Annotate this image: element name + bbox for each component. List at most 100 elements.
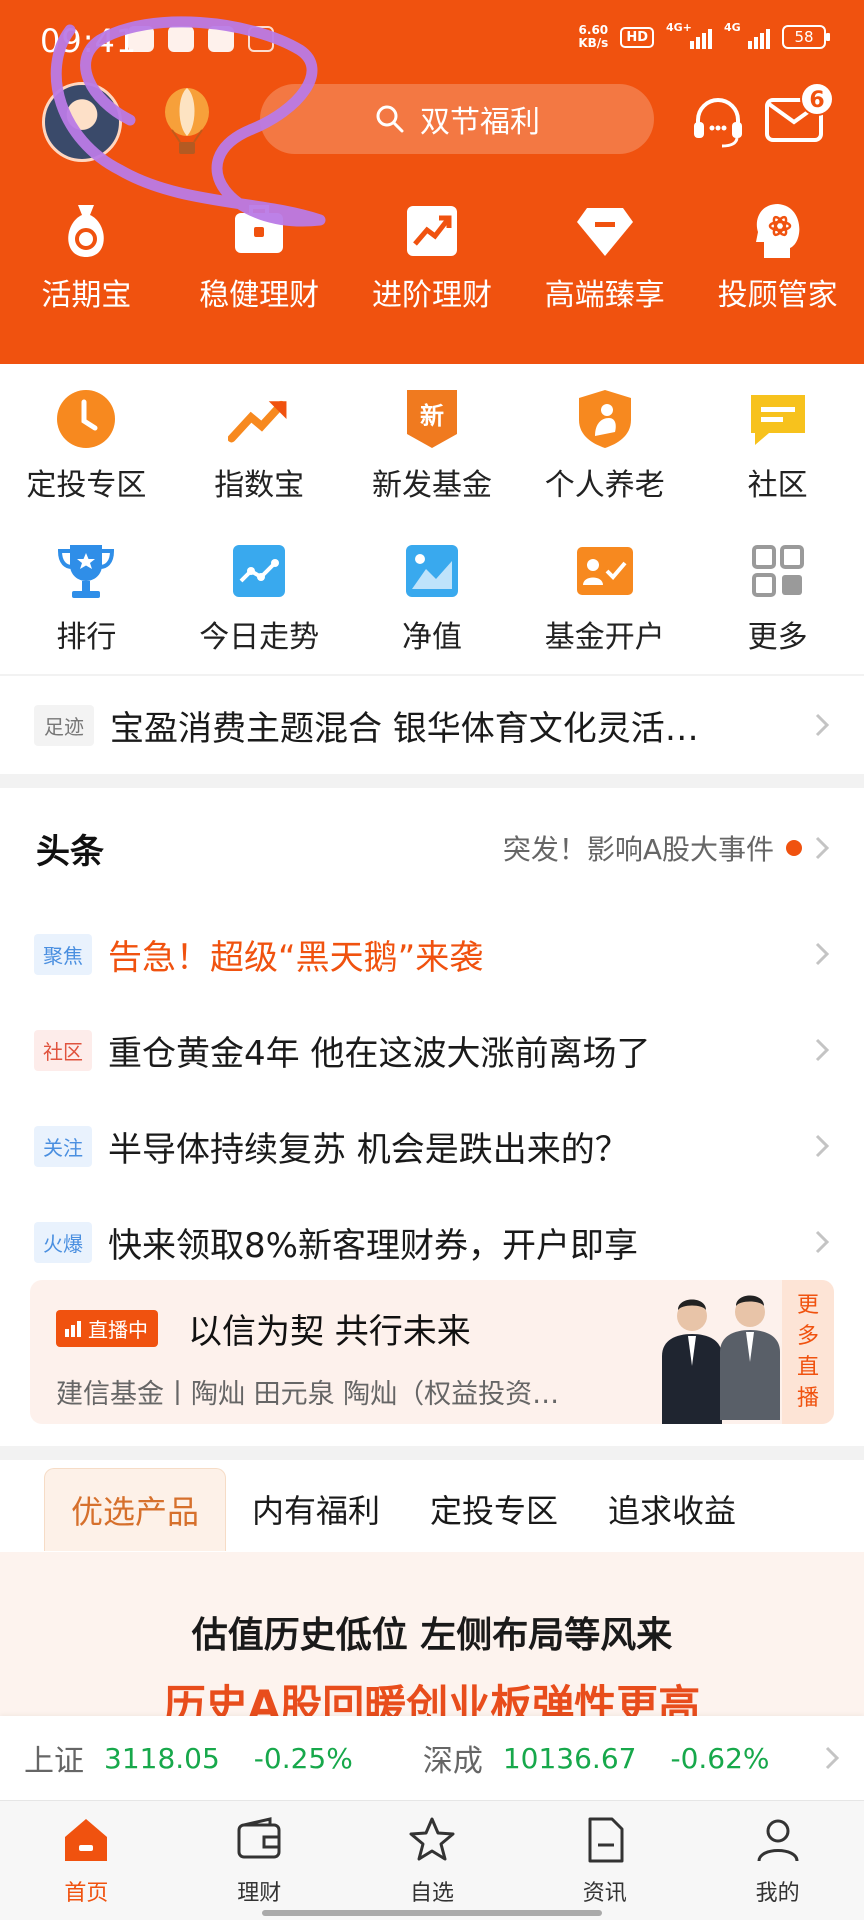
menu-item-community[interactable]: 社区 (691, 388, 864, 540)
user-icon (757, 1819, 799, 1862)
status-time: 09:41 (40, 22, 138, 60)
header-tab-1[interactable]: 活期宝 (0, 200, 173, 314)
news-text: 快来领取8%新客理财券，开户即享 (108, 1225, 638, 1266)
footprint-text: 宝盈消费主题混合 银华体育文化灵活… (110, 708, 699, 749)
tab-returns[interactable]: 追求收益 (608, 1486, 736, 1532)
game-notification-icon (248, 26, 274, 52)
search-icon (376, 105, 404, 133)
menu-item-dingtou[interactable]: 定投专区 (0, 388, 173, 540)
chevron-right-icon (815, 713, 830, 737)
app-notification-icon (208, 26, 234, 52)
live-stream-card[interactable]: 直播中 以信为契 共行未来 建信基金丨陶灿 田元泉 陶灿（权益投资… 更 多 直… (30, 1280, 834, 1424)
tab-featured[interactable]: 优选产品 (44, 1467, 227, 1551)
header: 09:41 6.60 KB/s HD 4G+ 4G 58 双节福利 6 活期宝 … (0, 0, 864, 364)
signal-icon-sim1: 4G+ (666, 21, 712, 49)
promo-banner[interactable]: 估值历史低位 左侧布局等风来 历史A股回暖创业板弹性更高 (0, 1552, 864, 1730)
index-change: -0.62% (670, 1741, 770, 1775)
qq-notification-icon (128, 26, 154, 52)
home-indicator[interactable] (262, 1910, 602, 1916)
headlines-header[interactable]: 头条 突发！影响A股大事件 (0, 790, 864, 906)
index-name: 上证 (24, 1744, 84, 1779)
nav-profile[interactable]: 我的 (691, 1801, 864, 1920)
chevron-right-icon (815, 1134, 830, 1158)
star-icon (409, 1817, 455, 1861)
header-tab-5[interactable]: 投顾管家 (691, 200, 864, 314)
market-ticker[interactable]: 上证 3118.05 -0.25% 深成 10136.67 -0.62% (0, 1716, 864, 1800)
chart-icon (233, 545, 286, 597)
menu-item-index[interactable]: 指数宝 (173, 388, 346, 540)
advisor-icon (755, 204, 799, 258)
customer-service-icon[interactable] (690, 92, 746, 148)
trend-icon (406, 206, 457, 256)
news-tag: 火爆 (34, 1221, 92, 1263)
nav-finance[interactable]: 理财 (173, 1801, 346, 1920)
news-item[interactable]: 火爆 快来领取8%新客理财券，开户即享 (0, 1194, 864, 1290)
account-card-icon (576, 547, 633, 595)
index-name: 深成 (422, 1744, 483, 1779)
new-badge-icon: 新 (406, 390, 457, 448)
clock-icon (57, 390, 116, 448)
chevron-right-icon (825, 1746, 840, 1770)
news-tag: 聚焦 (34, 933, 92, 975)
presenters-image (662, 1295, 780, 1424)
rising-arrow-icon (228, 400, 287, 443)
diamond-icon (576, 208, 633, 256)
section-divider (0, 1446, 864, 1460)
wallet-icon (237, 1817, 281, 1859)
news-tag: 关注 (34, 1125, 92, 1167)
tab-benefits[interactable]: 内有福利 (252, 1486, 380, 1532)
live-subtitle: 建信基金丨陶灿 田元泉 陶灿（权益投资… (56, 1379, 560, 1410)
menu-item-nav[interactable]: 净值 (346, 540, 519, 692)
header-tab-2[interactable]: 稳健理财 (173, 200, 346, 314)
live-bars-icon (65, 1320, 81, 1337)
document-icon (588, 1817, 624, 1863)
news-item[interactable]: 社区 重仓黄金4年 他在这波大涨前离场了 (0, 1002, 864, 1098)
more-live-button[interactable]: 更 多 直 播 (782, 1280, 834, 1424)
menu-item-more[interactable]: 更多 (691, 540, 864, 692)
headlines-alert: 突发！影响A股大事件 (502, 833, 774, 866)
headlines-title: 头条 (36, 831, 104, 872)
alert-dot (786, 840, 802, 856)
quick-menu-grid: 定投专区 指数宝 新 新发基金 个人养老 社区 排行 今日走势 净值 基金开户 … (0, 388, 864, 692)
index-value: 10136.67 (502, 1741, 637, 1775)
news-tag: 社区 (34, 1029, 92, 1071)
signal-icon-sim2: 4G (724, 21, 770, 49)
header-tab-3[interactable]: 进阶理财 (346, 200, 519, 314)
news-item[interactable]: 聚焦 告急！超级“黑天鹅”来袭 (0, 906, 864, 1002)
trophy-icon (58, 545, 115, 598)
header-tab-4[interactable]: 高端臻享 (518, 200, 691, 314)
headlines-section: 头条 突发！影响A股大事件 聚焦 告急！超级“黑天鹅”来袭 社区 重仓黄金4年 … (0, 790, 864, 1290)
home-icon (65, 1819, 108, 1861)
avatar[interactable] (42, 82, 122, 162)
index-value: 3118.05 (104, 1741, 220, 1775)
money-bag-icon (68, 205, 105, 257)
footprint-row[interactable]: 足迹 宝盈消费主题混合 银华体育文化灵活… (0, 676, 864, 774)
menu-item-new-fund[interactable]: 新 新发基金 (346, 388, 519, 540)
news-text: 半导体持续复苏 机会是跌出来的？ (108, 1129, 629, 1170)
menu-item-ranking[interactable]: 排行 (0, 540, 173, 692)
chevron-right-icon (815, 942, 830, 966)
nav-home[interactable]: 首页 (0, 1801, 173, 1920)
menu-item-open-account[interactable]: 基金开户 (518, 540, 691, 692)
tab-dingtou[interactable]: 定投专区 (430, 1486, 558, 1532)
search-placeholder: 双节福利 (420, 105, 540, 140)
nav-watchlist[interactable]: 自选 (346, 1801, 519, 1920)
news-item[interactable]: 关注 半导体持续复苏 机会是跌出来的？ (0, 1098, 864, 1194)
product-tabs: 优选产品 内有福利 定投专区 追求收益 (0, 1466, 864, 1552)
chat-icon (750, 395, 805, 445)
news-text: 告急！超级“黑天鹅”来袭 (108, 937, 484, 978)
news-text: 重仓黄金4年 他在这波大涨前离场了 (108, 1033, 651, 1074)
picture-chart-icon (405, 545, 458, 597)
menu-item-pension[interactable]: 个人养老 (518, 388, 691, 540)
grid-more-icon (751, 545, 804, 597)
index-change: -0.25% (253, 1741, 353, 1775)
live-badge: 直播中 (56, 1310, 158, 1347)
hot-air-balloon-icon[interactable] (160, 86, 214, 156)
search-bar[interactable]: 双节福利 (260, 84, 654, 154)
menu-item-trend[interactable]: 今日走势 (173, 540, 346, 692)
pension-shield-icon (578, 390, 631, 448)
nav-news[interactable]: 资讯 (518, 1801, 691, 1920)
status-bar: 09:41 6.60 KB/s HD 4G+ 4G 58 (0, 0, 864, 80)
live-title: 以信为契 共行未来 (188, 1312, 471, 1352)
chevron-right-icon (815, 1230, 830, 1254)
